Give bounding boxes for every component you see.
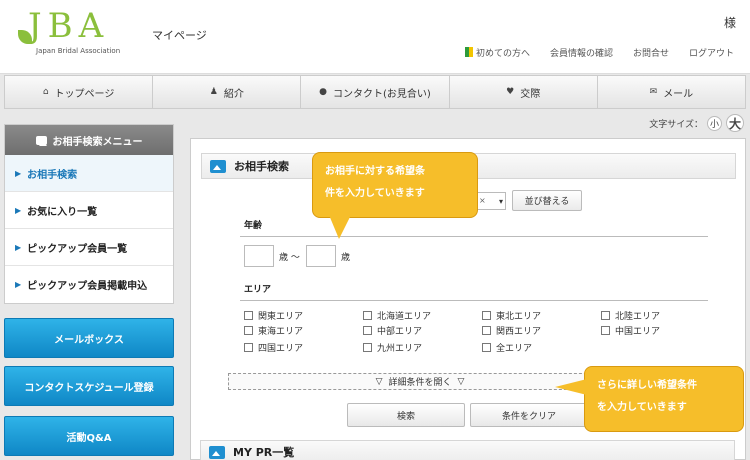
link-contact[interactable]: お問合せ — [633, 46, 669, 59]
side-item-favorites[interactable]: ▶ お気に入り一覧 — [5, 192, 173, 229]
mypr-header: MY PR一覧 — [200, 440, 735, 460]
search-menu-header: お相手検索メニュー — [5, 125, 173, 155]
heart-icon: ♥ — [506, 87, 515, 97]
callout-desired-conditions: お相手に対する希望条 件を入力していきます — [312, 152, 478, 239]
image-icon — [209, 445, 225, 459]
area-checkbox-chubu[interactable]: 中部エリア — [363, 324, 422, 337]
link-logout[interactable]: ログアウト — [689, 46, 734, 59]
nav-introduction[interactable]: ♟ 紹介 — [153, 76, 302, 108]
home-icon: ⌂ — [42, 87, 49, 97]
area-checkbox-kansai[interactable]: 関西エリア — [482, 324, 541, 337]
user-honorific: 様 — [723, 16, 736, 30]
beginner-mark-icon — [464, 47, 473, 57]
clear-icon: × — [479, 196, 486, 205]
side-item-pickup-apply[interactable]: ▶ ピックアップ会員掲載申込 — [5, 266, 173, 303]
mailbox-button[interactable]: メールボックス — [4, 318, 174, 358]
nav-dating[interactable]: ♥ 交際 — [450, 76, 598, 108]
area-checkbox-tokai[interactable]: 東海エリア — [244, 324, 303, 337]
mail-icon: ✉ — [649, 87, 658, 97]
divider — [240, 300, 708, 301]
font-small-button[interactable]: 小 — [707, 115, 722, 131]
main-nav: ⌂ トップページ ♟ 紹介 ● コンタクト(お見合い) ♥ 交際 ✉ メール — [4, 75, 746, 109]
activity-qa-button[interactable]: 活動Q&A — [4, 416, 174, 456]
link-beginner[interactable]: 初めての方へ — [464, 46, 530, 59]
age-label: 年齢 — [244, 221, 263, 231]
age-unit-to: 歳 — [341, 253, 351, 263]
image-icon — [35, 135, 47, 146]
link-member-info[interactable]: 会員情報の確認 — [550, 46, 613, 59]
area-checkbox-hokkaido[interactable]: 北海道エリア — [363, 309, 431, 322]
header-links: 初めての方へ 会員情報の確認 お問合せ ログアウト — [464, 46, 734, 59]
logo-subtitle: Japan Bridal Association — [36, 47, 121, 55]
font-size-control: 文字サイズ： 小 大 — [649, 114, 744, 132]
divider — [240, 236, 708, 237]
area-checkbox-shikoku[interactable]: 四国エリア — [244, 341, 303, 354]
area-label: エリア — [244, 285, 272, 295]
area-checkbox-hokuriku[interactable]: 北陸エリア — [601, 309, 660, 322]
area-checkbox-chugoku[interactable]: 中国エリア — [601, 324, 660, 337]
sort-button[interactable]: 並び替える — [512, 190, 582, 211]
age-min-input[interactable] — [244, 245, 274, 267]
triangle-down-icon: ▽ — [375, 376, 383, 387]
age-max-input[interactable] — [306, 245, 336, 267]
callout-detailed-conditions: さらに詳しい希望条件 を入力していきます — [555, 366, 744, 432]
page-title: お相手検索 — [234, 160, 289, 173]
arrow-right-icon: ▶ — [15, 168, 22, 178]
search-menu: お相手検索メニュー ▶ お相手検索 ▶ お気に入り一覧 ▶ ピックアップ会員一覧 ▶ ピ… — [4, 124, 174, 304]
user-icon: ♟ — [209, 87, 218, 97]
jba-logo[interactable]: JBA Japan Bridal Association — [18, 6, 138, 64]
nav-mail[interactable]: ✉ メール — [598, 76, 745, 108]
nav-top[interactable]: ⌂ トップページ — [5, 76, 154, 108]
logo-text: JBA — [28, 6, 110, 46]
mypage-label: マイページ — [152, 29, 207, 42]
nav-contact[interactable]: ● コンタクト(お見合い) — [301, 76, 450, 108]
side-item-pickup-list[interactable]: ▶ ピックアップ会員一覧 — [5, 229, 173, 266]
arrow-right-icon: ▶ — [15, 280, 22, 289]
age-unit-from: 歳 ～ — [279, 253, 300, 263]
area-checkbox-all[interactable]: 全エリア — [482, 341, 532, 354]
chevron-down-icon: ▾ — [498, 196, 503, 206]
area-checkbox-tohoku[interactable]: 東北エリア — [482, 309, 541, 322]
area-checkbox-kyushu[interactable]: 九州エリア — [363, 341, 422, 354]
font-large-button[interactable]: 大 — [726, 114, 744, 132]
area-checkbox-kanto[interactable]: 関東エリア — [244, 309, 303, 322]
site-header: JBA Japan Bridal Association マイページ 様 初めて… — [0, 0, 750, 74]
triangle-down-icon: ▽ — [457, 376, 465, 387]
font-size-label: 文字サイズ： — [649, 119, 703, 130]
chat-icon: ● — [319, 87, 328, 97]
arrow-right-icon: ▶ — [15, 205, 22, 215]
contact-schedule-button[interactable]: コンタクトスケジュール登録 — [4, 366, 174, 406]
search-button[interactable]: 検索 — [347, 403, 465, 427]
mypr-title: MY PR一覧 — [233, 446, 295, 459]
clear-conditions-button[interactable]: 条件をクリア — [470, 403, 588, 427]
image-icon — [210, 159, 226, 173]
side-item-partner-search[interactable]: ▶ お相手検索 — [5, 155, 173, 192]
arrow-right-icon: ▶ — [15, 242, 22, 252]
